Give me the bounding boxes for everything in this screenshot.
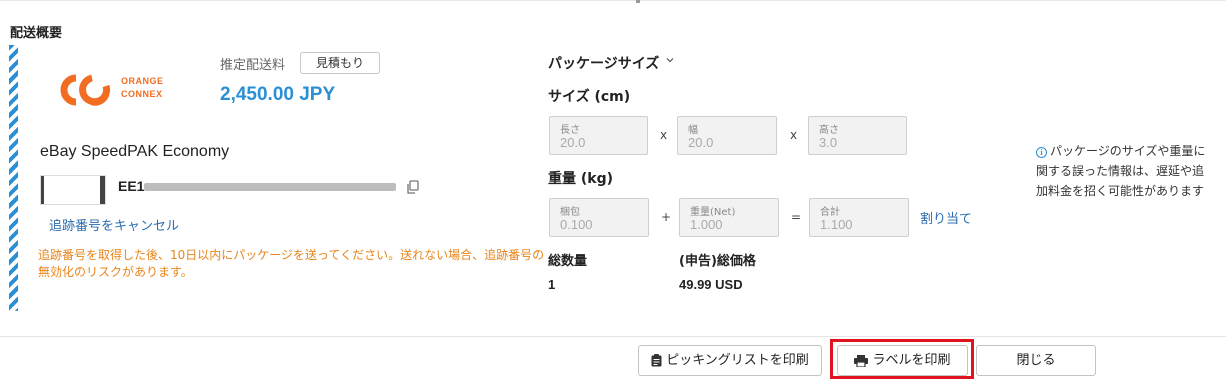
length-value: 20.0 [560, 135, 586, 150]
package-info-note: i パッケージのサイズや重量に関する誤った情報は、遅延や追加料金を招く可能性があり… [1036, 141, 1206, 201]
info-note-text: パッケージのサイズや重量に関する誤った情報は、遅延や追加料金を招く可能性がありま… [1036, 144, 1206, 198]
tracking-warning: 追跡番号を取得した後、10日以内にパッケージを送ってください。送れない場合、追跡… [38, 248, 545, 279]
estimated-fee-label: 推定配送料 [220, 58, 286, 73]
clipboard-icon [651, 354, 662, 367]
height-label: 高さ [819, 125, 839, 136]
info-icon: i [1036, 147, 1047, 158]
width-value: 20.0 [688, 135, 714, 150]
total-weight-value: 1.100 [820, 217, 853, 232]
length-label: 長さ [560, 125, 580, 136]
size-label: サイズ (cm) [548, 89, 631, 105]
footer-divider [0, 336, 1226, 337]
equals-sign: = [791, 210, 802, 224]
print-picking-list-button[interactable]: ピッキングリストを印刷 [638, 345, 822, 376]
barcode-image [40, 175, 106, 205]
chevron-down-icon[interactable] [666, 56, 674, 64]
print-picking-list-label: ピッキングリストを印刷 [666, 353, 809, 368]
net-weight-value: 1.000 [690, 217, 723, 232]
packing-weight-input[interactable]: 梱包 0.100 [549, 198, 649, 237]
declared-price-value: 49.99 USD [679, 277, 743, 292]
cancel-tracking-link[interactable]: 追跡番号をキャンセル [49, 215, 179, 234]
packing-weight-value: 0.100 [560, 217, 593, 232]
total-weight-input[interactable]: 合計 1.100 [809, 198, 909, 237]
times-sign: x [660, 128, 668, 142]
net-weight-input[interactable]: 重量(Net) 1.000 [679, 198, 779, 237]
section-title: 配送概要 [10, 26, 63, 41]
weight-label: 重量 (kg) [548, 171, 614, 187]
length-input[interactable]: 長さ 20.0 [549, 116, 648, 155]
assign-link[interactable]: 割り当て [920, 208, 972, 227]
copy-icon[interactable] [406, 180, 420, 194]
total-weight-label: 合計 [820, 207, 840, 218]
top-tick [636, 0, 640, 3]
height-input[interactable]: 高さ 3.0 [808, 116, 907, 155]
height-value: 3.0 [819, 135, 838, 150]
declared-price-label: (申告)総価格 [679, 254, 756, 269]
airmail-stripe [9, 45, 18, 311]
width-input[interactable]: 幅 20.0 [677, 116, 777, 155]
logo-text-line2: CONNEX [121, 89, 163, 99]
times-sign: x [790, 128, 798, 142]
logo-text-line1: ORANGE [121, 76, 164, 86]
service-name: eBay SpeedPAK Economy [40, 143, 230, 160]
quote-button[interactable]: 見積もり [300, 52, 380, 74]
highlight-box [830, 339, 974, 379]
plus-sign: + [661, 210, 672, 224]
estimated-fee-value: 2,450.00 JPY [220, 84, 336, 105]
top-divider [0, 0, 1226, 1]
tracking-number-redacted [144, 183, 396, 191]
tracking-number: EE1 [118, 178, 145, 194]
total-quantity-value: 1 [548, 277, 556, 292]
width-label: 幅 [688, 125, 698, 136]
close-button[interactable]: 閉じる [976, 345, 1096, 376]
package-size-dropdown[interactable]: パッケージサイズ [548, 53, 659, 73]
net-weight-label: 重量(Net) [690, 207, 736, 218]
packing-weight-label: 梱包 [560, 207, 580, 218]
total-quantity-label: 総数量 [548, 254, 588, 269]
